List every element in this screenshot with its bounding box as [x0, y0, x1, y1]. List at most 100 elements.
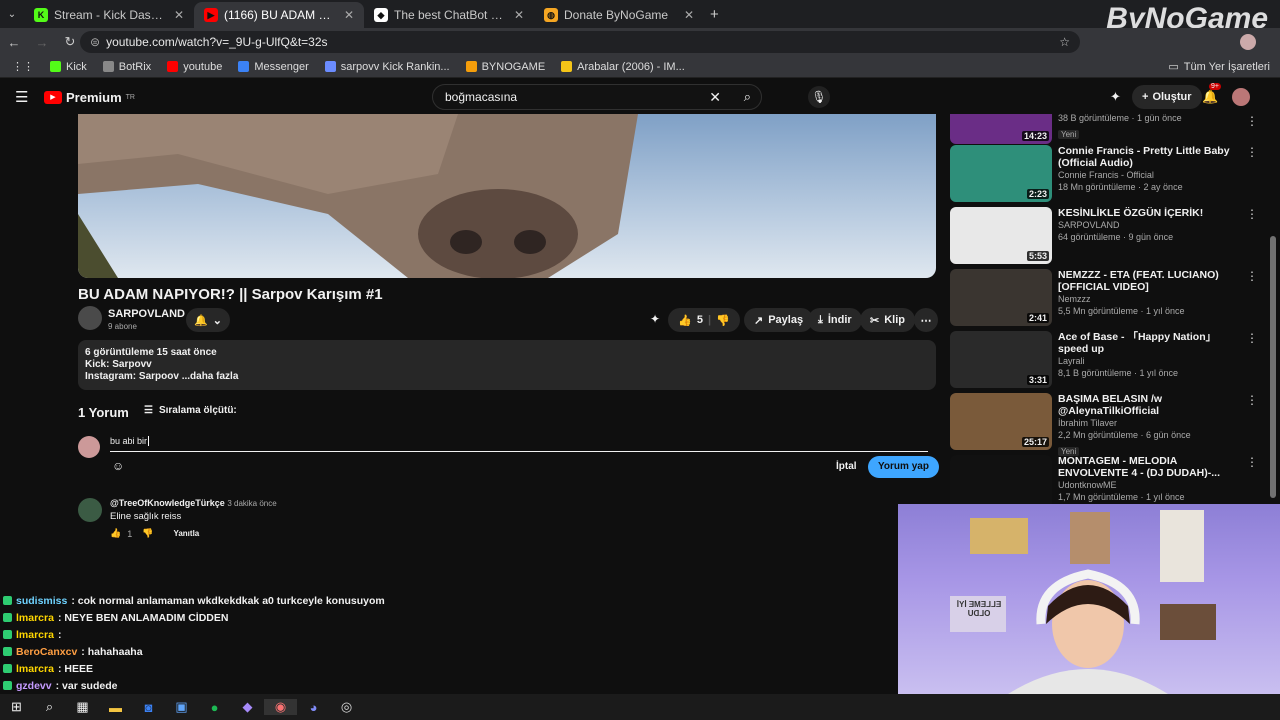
bookmark-favicon-icon [167, 61, 179, 72]
more-options-icon[interactable]: ⋮ [1242, 331, 1258, 392]
microphone-icon[interactable]: 🎙 [808, 86, 830, 108]
related-video-item[interactable]: 3:31 Ace of Base - 「Happy Nation」 speed … [950, 331, 1268, 392]
sort-icon: ☰ [144, 405, 153, 416]
tab-1[interactable]: KStream - Kick Dashboard✕ [24, 2, 194, 28]
channel-avatar[interactable] [78, 306, 102, 330]
comment-author[interactable]: @TreeOfKnowledgeTürkçe [110, 498, 225, 508]
menu-icon[interactable]: ☰ [15, 88, 28, 106]
channel-name[interactable]: SARPOVLAND [108, 308, 185, 320]
related-video-item[interactable]: 2:23 Connie Francis - Pretty Little Baby… [950, 145, 1268, 206]
related-video-title: NEMZZZ - ETA (FEAT. LUCIANO) [OFFICIAL V… [1058, 269, 1219, 293]
more-options-icon[interactable]: ⋮ [1242, 207, 1258, 268]
comment-input[interactable]: bu abi bir [110, 436, 928, 452]
site-info-icon[interactable]: ⊜ [90, 35, 100, 49]
video-thumbnail[interactable]: 5:53 [950, 207, 1052, 264]
bookmark-item[interactable]: youtube [159, 61, 230, 73]
video-frame [78, 114, 638, 278]
chat-message: lmarcra: NEYE BEN ANLAMADIM CİDDEN [0, 609, 600, 626]
notification-badge: 9+ [1209, 83, 1221, 90]
related-video-item[interactable]: 2:41 NEMZZZ - ETA (FEAT. LUCIANO) [OFFIC… [950, 269, 1268, 330]
outlook-icon[interactable]: ◙ [132, 700, 165, 715]
subscribe-bell-button[interactable]: 🔔 ⌄ [186, 308, 230, 332]
task-view-icon[interactable]: ▦ [66, 699, 99, 715]
video-thumbnail[interactable]: 2:41 [950, 269, 1052, 326]
obs-icon[interactable]: ◎ [330, 699, 363, 715]
app-icon[interactable]: ◆ [231, 699, 264, 715]
clip-button[interactable]: ✂ Klip [860, 308, 915, 332]
description-box[interactable]: 6 görüntüleme 15 saat önce Kick: Sarpovv… [78, 340, 936, 390]
emoji-icon[interactable]: ☺ [112, 459, 124, 473]
submit-comment-button[interactable]: Yorum yap [868, 456, 939, 478]
close-tab-icon[interactable]: ✕ [344, 8, 354, 22]
video-player[interactable] [78, 114, 936, 278]
youtube-logo[interactable]: ▶ Premium TR [44, 90, 135, 105]
download-button[interactable]: ⤓ İndir [808, 308, 862, 332]
notifications-bell[interactable]: 🔔 9+ [1202, 83, 1221, 105]
video-thumbnail[interactable]: 14:23 [950, 114, 1052, 144]
video-thumbnail[interactable]: 25:17 [950, 393, 1052, 450]
subscriber-count: 9 abone [108, 322, 137, 331]
back-icon[interactable]: ← [0, 35, 28, 50]
chrome-icon[interactable]: ◉ [264, 699, 297, 715]
spotify-icon[interactable]: ● [198, 700, 231, 715]
start-icon[interactable]: ⊞ [0, 699, 33, 715]
related-video-item[interactable]: 14:23 38 B görüntüleme · 1 gün önce Yeni… [950, 114, 1268, 144]
new-tab-button[interactable]: + [710, 6, 719, 23]
account-avatar[interactable] [1232, 88, 1250, 106]
video-thumbnail[interactable]: 3:31 [950, 331, 1052, 388]
bookmark-item[interactable]: sarpovv Kick Rankin... [317, 61, 458, 73]
commenter-avatar[interactable] [78, 498, 102, 522]
thumbs-down-icon[interactable]: 👎 [716, 314, 730, 327]
tab-list-icon[interactable]: ⌄ [0, 9, 24, 20]
clear-search-icon[interactable]: ✕ [709, 89, 721, 106]
more-options-icon[interactable]: ⋮ [1242, 114, 1258, 144]
more-options-icon[interactable]: ⋮ [1242, 393, 1258, 454]
comment-time[interactable]: 3 dakika önce [227, 499, 276, 508]
premium-icon[interactable]: ✦ [1110, 89, 1121, 105]
store-icon[interactable]: ▣ [165, 699, 198, 715]
close-tab-icon[interactable]: ✕ [514, 8, 524, 22]
related-video-item[interactable]: 25:17 BAŞIMA BELASIN /w @AleynaTilkiOffi… [950, 393, 1268, 456]
bookmark-item[interactable]: Kick [42, 61, 95, 73]
premium-badge-icon: ✦ [650, 312, 661, 326]
taskbar-search-icon[interactable]: ⌕ [33, 699, 66, 715]
bookmark-star-icon[interactable]: ☆ [1059, 35, 1070, 49]
video-thumbnail[interactable]: 2:23 [950, 145, 1052, 202]
profile-icon[interactable] [1240, 34, 1256, 50]
tab-2[interactable]: ▶(1166) BU ADAM NAPIYOR!?✕ [194, 2, 364, 28]
bookmark-favicon-icon [102, 61, 114, 72]
more-options-icon[interactable]: ⋮ [1242, 269, 1258, 330]
search-icon[interactable]: ⌕ [744, 89, 751, 105]
share-button[interactable]: ↗ Paylaş [744, 308, 814, 332]
chat-username: lmarcra [16, 611, 54, 624]
related-video-item[interactable]: 5:53 KESİNLİKLE ÖZGÜN İÇERİK! SARPOVLAND… [950, 207, 1268, 268]
cancel-button[interactable]: İptal [836, 461, 857, 472]
bookmark-item[interactable]: BotRix [95, 61, 159, 73]
comment-dislike-icon[interactable]: 👎 [142, 528, 153, 539]
create-button[interactable]: + Oluştur [1132, 85, 1202, 109]
all-bookmarks-link[interactable]: ▭ Tüm Yer İşaretleri [1168, 60, 1280, 74]
bookmark-item[interactable]: Arabalar (2006) - IM... [553, 61, 693, 73]
tab-4[interactable]: ◍ Donate ByNoGame ✕ [534, 2, 704, 28]
sort-button[interactable]: ☰ Sıralama ölçütü: [144, 405, 237, 416]
apps-icon[interactable]: ⋮⋮ [0, 60, 42, 73]
tab-3[interactable]: ◆The best ChatBot and Widgets✕ [364, 2, 534, 28]
search-input[interactable]: boğmacasına ✕ ⌕ [432, 84, 762, 110]
close-tab-icon[interactable]: ✕ [174, 8, 184, 22]
discord-icon[interactable]: ◕ [297, 700, 330, 715]
comment-like-icon[interactable]: 👍 [110, 528, 121, 539]
related-video-meta: 18 Mn görüntüleme · 2 ay önce [1058, 182, 1183, 192]
chat-message: lmarcra: HEEE [0, 660, 600, 677]
more-options-icon[interactable]: ⋮ [1242, 145, 1258, 206]
bookmark-item[interactable]: Messenger [230, 61, 316, 73]
forward-icon[interactable]: → [28, 35, 56, 50]
bookmark-item[interactable]: BYNOGAME [458, 61, 554, 73]
like-button[interactable]: 👍 5 | 👎 [668, 308, 740, 332]
windows-taskbar: ⊞ ⌕ ▦ ▬ ◙ ▣ ● ◆ ◉ ◕ ◎ [0, 694, 1280, 720]
file-explorer-icon[interactable]: ▬ [99, 700, 132, 715]
close-tab-icon[interactable]: ✕ [684, 8, 694, 22]
more-actions-button[interactable]: ⋯ [914, 308, 938, 332]
url-field[interactable]: ⊜ youtube.com/watch?v=_9U-g-UlfQ&t=32s ☆ [80, 31, 1080, 53]
sidebar-scrollbar[interactable] [1270, 236, 1276, 498]
reply-button[interactable]: Yanıtla [173, 529, 199, 538]
